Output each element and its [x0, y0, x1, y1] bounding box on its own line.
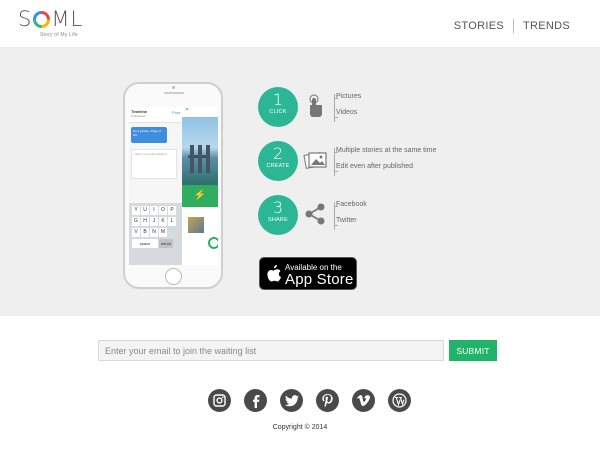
- photo-tower: [190, 145, 194, 173]
- hand-tap-icon: [309, 94, 322, 117]
- city-photo: [182, 117, 218, 185]
- photo-tower: [198, 145, 202, 173]
- phone-speaker: [164, 92, 184, 94]
- keyboard-row-1: Y U I O P: [132, 206, 181, 215]
- step-line: Pictures: [336, 93, 362, 100]
- instagram-icon[interactable]: [208, 389, 231, 412]
- key: N: [150, 228, 158, 237]
- wordpress-glyph: [392, 393, 407, 408]
- key: O: [159, 206, 167, 215]
- phone-camera: [172, 86, 175, 89]
- facebook-icon[interactable]: [244, 389, 267, 412]
- key: U: [141, 206, 149, 215]
- step-line: Videos: [336, 109, 358, 116]
- step-number: 1: [272, 90, 284, 109]
- app-text-card: This is not authentication.: [131, 149, 177, 179]
- app-nav-bar: Timeline Unleashed Post: [129, 107, 182, 123]
- phone-home-button: [165, 268, 182, 285]
- vimeo-icon[interactable]: [352, 389, 375, 412]
- key: I: [150, 206, 158, 215]
- step-label: CLICK: [269, 109, 287, 115]
- key: J: [150, 217, 158, 226]
- keyboard-row-4: space return: [132, 239, 181, 248]
- vimeo-glyph: [357, 395, 370, 406]
- key: Y: [132, 206, 140, 215]
- pinterest-glyph: [322, 393, 333, 407]
- nav-stories-link[interactable]: STORIES: [454, 20, 504, 32]
- key: M: [159, 228, 167, 237]
- phone-screen: Timeline Unleashed Post It's a picture. …: [129, 107, 218, 265]
- step-circle: 1 CLICK: [258, 87, 298, 127]
- key: B: [141, 228, 149, 237]
- app-close-icon: ✕: [182, 107, 218, 115]
- social-links: [208, 389, 411, 412]
- wordpress-icon[interactable]: [388, 389, 411, 412]
- logo-letters-ml: ML: [51, 7, 84, 31]
- step-number: 2: [272, 144, 284, 163]
- keyboard-row-3: V B N M: [132, 228, 181, 237]
- app-compose-pane: Timeline Unleashed Post It's a picture. …: [129, 107, 182, 265]
- key: G: [132, 217, 140, 226]
- key: L: [168, 217, 176, 226]
- logo-color-ring-icon: [33, 11, 51, 28]
- logo-letter-s: S: [18, 7, 33, 31]
- photo-tower: [206, 145, 210, 173]
- app-keyboard: Y U I O P G H J K L V B N M space return: [129, 203, 182, 265]
- email-field[interactable]: [98, 340, 444, 361]
- app-store-title: App Store: [285, 271, 354, 288]
- logo-tagline: Story of My Life: [40, 32, 78, 38]
- copyright-text: Copyright © 2014: [272, 424, 328, 431]
- submit-button[interactable]: SUBMIT: [449, 340, 497, 361]
- step-circle: 2 CREATE: [258, 141, 298, 181]
- app-message-bubble: It's a picture. Page of Hit.: [131, 127, 167, 143]
- photo-thumbnail: [188, 217, 204, 233]
- logo[interactable]: S ML Story of My Life: [18, 9, 83, 39]
- nav-divider: [512, 19, 514, 33]
- key: V: [132, 228, 140, 237]
- step-line: Facebook: [336, 201, 367, 208]
- key: K: [159, 217, 167, 226]
- key-return: return: [159, 239, 173, 248]
- instagram-glyph: [213, 394, 226, 407]
- step-label: SHARE: [268, 217, 288, 223]
- twitter-glyph: [284, 394, 299, 406]
- app-media-pane: ✕ ⚡: [182, 107, 218, 265]
- step-circle: 3 SHARE: [258, 195, 298, 235]
- step-line: Twitter: [336, 217, 357, 224]
- top-nav: STORIES TRENDS: [454, 19, 570, 33]
- key-space: space: [132, 239, 158, 248]
- step-line: Edit even after published: [336, 163, 414, 170]
- keyboard-row-2: G H J K L: [132, 217, 181, 226]
- logo-wordmark: S ML: [18, 9, 83, 30]
- photos-stack-icon: [303, 152, 327, 169]
- step-label: CREATE: [266, 163, 290, 169]
- nav-trends-link[interactable]: TRENDS: [523, 20, 570, 32]
- record-ring-icon: [208, 237, 218, 249]
- app-store-badge[interactable]: Available on the App Store: [259, 257, 357, 290]
- facebook-glyph: [252, 394, 259, 408]
- step-line: Multiple stories at the same time: [336, 147, 437, 154]
- site-header: S ML Story of My Life STORIES TRENDS: [0, 0, 600, 47]
- share-icon: [305, 203, 325, 225]
- key: H: [141, 217, 149, 226]
- phone-mockup: Timeline Unleashed Post It's a picture. …: [123, 82, 223, 289]
- pinterest-icon[interactable]: [316, 389, 339, 412]
- apple-icon: [267, 265, 281, 282]
- app-post-button: Post: [171, 110, 180, 115]
- key: P: [168, 206, 176, 215]
- twitter-icon[interactable]: [280, 389, 303, 412]
- lightning-icon: ⚡: [182, 185, 218, 207]
- step-number: 3: [272, 198, 284, 217]
